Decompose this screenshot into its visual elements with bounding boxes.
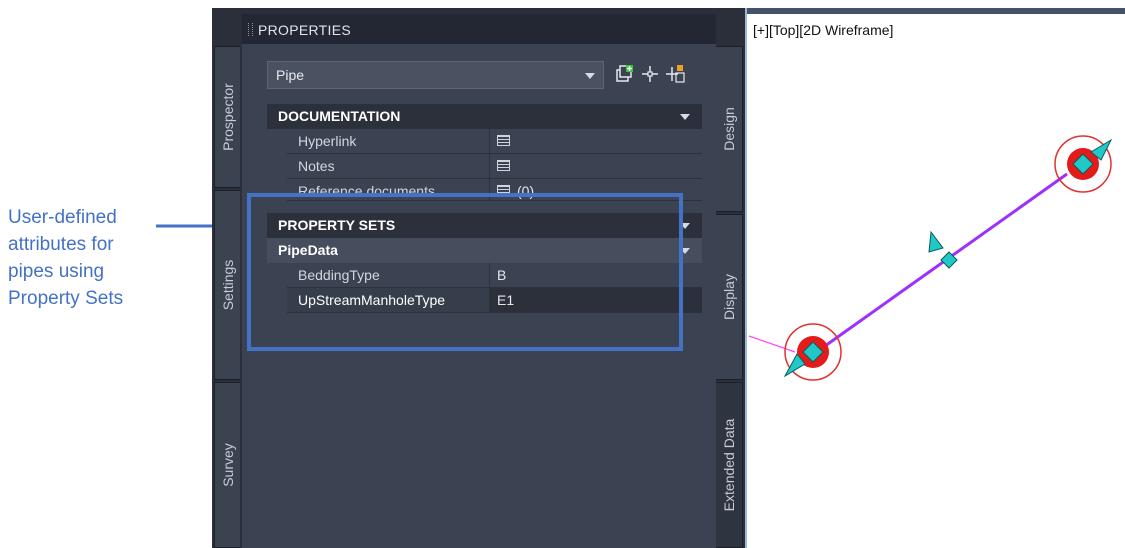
tab-prospector[interactable]: Prospector bbox=[214, 46, 240, 188]
tab-extended-data[interactable]: Extended Data bbox=[716, 382, 743, 548]
tab-label: Settings bbox=[219, 259, 236, 311]
pipe-network-drawing bbox=[748, 135, 1113, 381]
property-row[interactable]: Hyperlink bbox=[287, 129, 702, 154]
tab-label: Display bbox=[721, 274, 737, 320]
quick-select-icon[interactable] bbox=[615, 64, 635, 84]
tab-label: Design bbox=[721, 107, 737, 151]
property-key-cell: Notes bbox=[287, 154, 490, 178]
property-key: Notes bbox=[298, 158, 335, 174]
tab-survey[interactable]: Survey bbox=[214, 382, 240, 548]
property-key-cell: Hyperlink bbox=[287, 129, 490, 153]
table-icon[interactable] bbox=[497, 160, 510, 171]
tab-settings[interactable]: Settings bbox=[214, 190, 240, 380]
palette-title-bar[interactable]: PROPERTIES bbox=[242, 14, 716, 44]
object-type-dropdown[interactable]: Pipe bbox=[267, 61, 604, 89]
annotation-line: pipes using bbox=[8, 261, 105, 282]
right-tab-strip: Design Display Extended Data bbox=[716, 8, 745, 548]
toggle-pickadd-icon[interactable] bbox=[665, 64, 685, 84]
tab-design[interactable]: Design bbox=[716, 46, 743, 212]
property-key: Hyperlink bbox=[298, 133, 357, 149]
tab-display[interactable]: Display bbox=[716, 214, 743, 380]
table-icon[interactable] bbox=[497, 135, 510, 146]
left-tab-strip: Prospector Settings Survey bbox=[212, 8, 240, 548]
grip-icon[interactable] bbox=[248, 23, 253, 36]
annotation-line: attributes for bbox=[8, 234, 114, 255]
annotation-line: Property Sets bbox=[8, 288, 124, 309]
annotation-line: User-defined bbox=[8, 207, 117, 228]
select-objects-icon[interactable] bbox=[640, 64, 660, 84]
annotation-highlight-box bbox=[247, 193, 683, 351]
chevron-down-icon[interactable] bbox=[680, 114, 690, 120]
chevron-down-icon bbox=[585, 73, 595, 79]
section-documentation[interactable]: DOCUMENTATION bbox=[267, 104, 702, 129]
object-type-value: Pipe bbox=[276, 67, 305, 83]
annotation-callout: User-defined attributes for pipes using … bbox=[8, 204, 168, 312]
palette-title: PROPERTIES bbox=[258, 22, 351, 38]
midpoint-arrow-icon bbox=[928, 230, 944, 253]
property-row[interactable]: Notes bbox=[287, 154, 702, 179]
tab-label: Extended Data bbox=[721, 418, 737, 512]
tab-label: Prospector bbox=[219, 83, 236, 151]
drawing-viewport[interactable]: [+][Top][2D Wireframe] bbox=[745, 8, 1125, 548]
tab-label: Survey bbox=[219, 443, 236, 487]
section-title: DOCUMENTATION bbox=[278, 108, 401, 124]
